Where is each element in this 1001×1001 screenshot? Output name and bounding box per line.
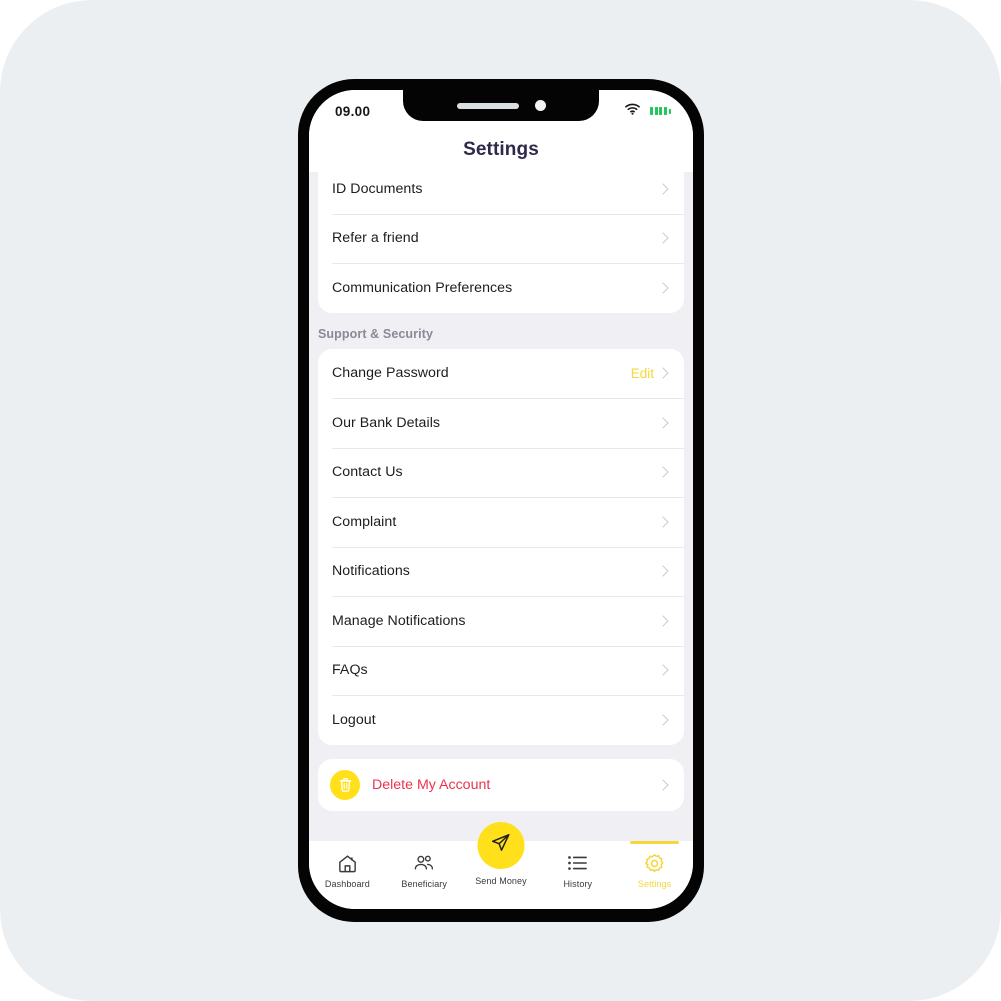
section-header-support-security: Support & Security: [318, 326, 434, 341]
screenshot-canvas: 09.00 Settings ID Documents Refer a frie…: [0, 0, 1001, 1001]
tab-label: History: [563, 879, 593, 889]
status-time: 09.00: [335, 103, 371, 119]
tab-dashboard[interactable]: Dashboard: [309, 841, 386, 909]
page-title: Settings: [463, 139, 539, 160]
trash-icon: [330, 769, 360, 800]
bottom-tab-bar: Dashboard Beneficiary Send Money History…: [309, 822, 693, 909]
settings-row-faqs[interactable]: FAQs: [318, 645, 684, 695]
chevron-right-icon: [656, 514, 672, 530]
phone-screen: 09.00 Settings ID Documents Refer a frie…: [309, 90, 693, 909]
phone-notch: [403, 90, 599, 121]
settings-row-communication-preferences[interactable]: Communication Preferences: [318, 263, 684, 313]
row-label: ID Documents: [332, 180, 423, 197]
chevron-right-icon: [656, 181, 672, 197]
chevron-right-icon: [656, 563, 672, 579]
status-icons: [625, 102, 671, 120]
paper-plane-icon: [490, 832, 512, 859]
settings-row-logout[interactable]: Logout: [318, 695, 684, 745]
people-icon: [413, 852, 435, 874]
row-label: Our Bank Details: [332, 414, 441, 431]
delete-account-label: Delete My Account: [372, 776, 491, 793]
chevron-right-icon: [656, 230, 672, 246]
list-icon: [567, 852, 588, 874]
chevron-right-icon: [656, 712, 672, 728]
phone-frame: 09.00 Settings ID Documents Refer a frie…: [298, 79, 704, 922]
settings-row-refer-a-friend[interactable]: Refer a friend: [318, 213, 684, 263]
row-label: Contact Us: [332, 464, 403, 481]
battery-icon: [649, 106, 671, 116]
settings-row-change-password[interactable]: Change Password Edit: [318, 348, 684, 398]
front-camera: [534, 100, 546, 111]
chevron-right-icon: [656, 365, 672, 381]
home-icon: [337, 852, 358, 874]
row-label: Complaint: [332, 513, 397, 530]
screen-header: Settings: [309, 128, 693, 172]
chevron-right-icon: [656, 613, 672, 629]
settings-row-manage-notifications[interactable]: Manage Notifications: [318, 596, 684, 646]
edit-link[interactable]: Edit: [631, 366, 654, 381]
chevron-right-icon: [656, 662, 672, 678]
tab-label: Settings: [637, 879, 672, 889]
settings-row-our-bank-details[interactable]: Our Bank Details: [318, 398, 684, 448]
chevron-right-icon: [656, 415, 672, 431]
row-label: FAQs: [332, 662, 368, 679]
send-money-button[interactable]: [477, 822, 525, 869]
chevron-right-icon: [656, 777, 672, 793]
row-label: Logout: [332, 711, 376, 728]
gear-icon: [644, 852, 665, 874]
row-label: Refer a friend: [332, 230, 419, 247]
tab-label: Dashboard: [324, 879, 370, 889]
settings-row-id-documents[interactable]: ID Documents: [318, 172, 684, 214]
tab-send-money[interactable]: Send Money: [463, 822, 540, 886]
chevron-right-icon: [656, 464, 672, 480]
tab-history[interactable]: History: [539, 841, 616, 909]
settings-row-contact-us[interactable]: Contact Us: [318, 447, 684, 497]
settings-row-complaint[interactable]: Complaint: [318, 497, 684, 547]
row-label: Manage Notifications: [332, 612, 466, 629]
settings-scroll-area[interactable]: ID Documents Refer a friend Communicatio…: [309, 172, 693, 841]
delete-my-account-button[interactable]: Delete My Account: [318, 759, 684, 811]
settings-row-notifications[interactable]: Notifications: [318, 546, 684, 596]
settings-group-support-security: Change Password Edit Our Bank Details Co…: [318, 348, 684, 745]
tab-label: Beneficiary: [401, 879, 447, 889]
tab-label: Send Money: [475, 876, 527, 886]
row-label: Change Password: [332, 365, 449, 382]
wifi-icon: [625, 102, 640, 120]
tab-beneficiary[interactable]: Beneficiary: [386, 841, 463, 909]
row-label: Communication Preferences: [332, 279, 513, 296]
tab-settings[interactable]: Settings: [616, 841, 693, 909]
earpiece-speaker: [456, 102, 519, 109]
delete-account-card: Delete My Account: [318, 758, 684, 811]
chevron-right-icon: [656, 280, 672, 296]
settings-group-account: ID Documents Refer a friend Communicatio…: [318, 172, 684, 313]
row-label: Notifications: [332, 563, 410, 580]
